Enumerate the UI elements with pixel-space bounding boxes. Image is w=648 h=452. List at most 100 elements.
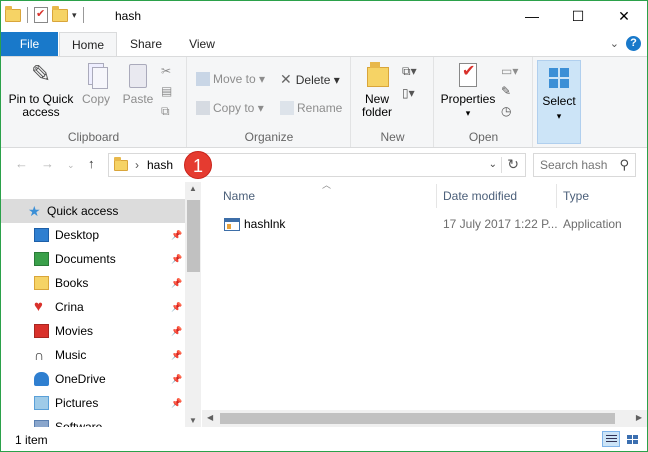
select-button[interactable]: Select ▾ — [537, 60, 581, 144]
open-icon[interactable]: ▭▾ — [501, 61, 518, 81]
scroll-down-icon[interactable]: ▼ — [189, 416, 197, 425]
pin-icon: ✎ — [30, 61, 52, 88]
address-bar[interactable]: › hash ⌄ ↻ — [108, 153, 526, 177]
properties-icon[interactable] — [34, 7, 48, 23]
column-header-date-modified[interactable]: Date modified — [443, 182, 517, 210]
sidebar-item-label: Music — [55, 348, 87, 362]
window-controls: — ☐ ✕ — [509, 1, 647, 31]
chevron-right-icon[interactable]: › — [135, 158, 139, 172]
collapse-ribbon-icon[interactable]: ⌄ — [610, 37, 619, 50]
refresh-icon[interactable]: ↻ — [507, 156, 519, 173]
address-path[interactable]: hash — [147, 158, 173, 172]
search-input[interactable] — [540, 158, 616, 172]
file-type: Application — [563, 217, 622, 231]
move-to-label: Move to — [213, 72, 256, 86]
edit-icon[interactable]: ✎ — [501, 81, 511, 101]
properties-button[interactable]: Properties ▾ — [439, 61, 497, 120]
paste-shortcut-icon[interactable]: ⧉ — [161, 101, 170, 121]
horizontal-scrollbar[interactable]: ◀ ▶ — [202, 410, 647, 427]
sidebar-item-documents[interactable]: Documents 📌 — [1, 247, 185, 271]
address-divider — [501, 157, 502, 173]
rename-label: Rename — [297, 101, 343, 115]
cut-icon[interactable]: ✂ — [161, 61, 171, 81]
copy-button[interactable]: Copy — [77, 61, 115, 106]
sidebar-item-software[interactable]: Software — [1, 415, 185, 427]
up-arrow-icon[interactable]: ↑ — [88, 156, 95, 171]
documents-icon — [34, 252, 49, 266]
pictures-icon — [34, 396, 49, 410]
column-divider[interactable] — [436, 184, 437, 208]
back-arrow-icon[interactable]: ← — [15, 156, 28, 171]
pin-icon[interactable]: 📌 — [171, 271, 182, 295]
star-icon: ★ — [28, 203, 41, 219]
organize-group-label: Organize — [244, 130, 294, 144]
scroll-left-icon[interactable]: ◀ — [207, 413, 213, 422]
sidebar-item-label: Movies — [55, 324, 94, 338]
search-box[interactable]: ⚲ — [533, 153, 636, 177]
pin-icon[interactable]: 📌 — [171, 295, 182, 319]
details-view-button[interactable] — [602, 431, 620, 447]
sidebar-item-music[interactable]: ∩ Music 📌 — [1, 343, 185, 367]
paste-icon — [124, 61, 152, 89]
pin-icon[interactable]: 📌 — [171, 319, 182, 343]
customize-toolbar-dropdown[interactable]: ▾ — [72, 10, 77, 21]
paste-button[interactable]: Paste — [119, 61, 157, 106]
new-folder-icon[interactable] — [52, 5, 68, 22]
scrollbar-thumb[interactable] — [187, 200, 200, 272]
details-view-icon — [606, 435, 617, 444]
sidebar-item-crina[interactable]: ♥ Crina 📌 — [1, 295, 185, 319]
tab-file[interactable]: File — [1, 32, 58, 56]
delete-button[interactable]: ✕ Delete ▾ — [280, 69, 340, 89]
forward-arrow-icon[interactable]: → — [41, 156, 54, 171]
scroll-right-icon[interactable]: ▶ — [636, 413, 642, 422]
sidebar-item-label: Pictures — [55, 396, 99, 410]
open-group-label: Open — [468, 130, 499, 144]
tab-home[interactable]: Home — [59, 32, 117, 57]
sidebar-item-desktop[interactable]: Desktop 📌 — [1, 223, 185, 247]
column-header-name[interactable]: Name — [223, 182, 255, 210]
desktop-icon — [34, 228, 49, 242]
sidebar-item-books[interactable]: Books 📌 — [1, 271, 185, 295]
pin-icon[interactable]: 📌 — [171, 223, 182, 247]
sidebar-item-label: Desktop — [55, 228, 100, 242]
tab-share[interactable]: Share — [118, 32, 174, 56]
easy-access-icon[interactable]: ▯▾ — [402, 83, 415, 103]
software-icon — [34, 420, 49, 427]
address-dropdown-icon[interactable]: ⌄ — [489, 159, 497, 170]
scrollbar-thumb[interactable] — [220, 413, 615, 424]
sidebar-item-onedrive[interactable]: OneDrive 📌 — [1, 367, 185, 391]
minimize-button[interactable]: — — [509, 1, 555, 31]
sidebar-item-pictures[interactable]: Pictures 📌 — [1, 391, 185, 415]
tab-view[interactable]: View — [174, 32, 230, 56]
pin-icon[interactable]: 📌 — [171, 367, 182, 391]
rename-button[interactable]: Rename — [280, 98, 342, 118]
scroll-up-icon[interactable]: ▲ — [189, 184, 197, 193]
onedrive-icon — [34, 372, 49, 386]
pin-icon[interactable]: 📌 — [171, 391, 182, 415]
search-icon[interactable]: ⚲ — [619, 157, 629, 173]
sidebar-item-quick-access[interactable]: ★ Quick access — [1, 199, 185, 223]
move-to-button[interactable]: Move to ▾ — [196, 69, 265, 89]
copy-path-icon[interactable]: ▤ — [161, 81, 172, 101]
file-explorer-window: ▾ hash — ☐ ✕ File Home Share View ⌄ ? ✎ … — [0, 0, 648, 452]
close-button[interactable]: ✕ — [601, 1, 647, 31]
file-name[interactable]: hashlnk — [244, 213, 285, 235]
properties-label: Properties — [440, 92, 496, 106]
pin-icon[interactable]: 📌 — [171, 343, 182, 367]
column-divider[interactable] — [556, 184, 557, 208]
new-item-icon[interactable]: ⧉▾ — [402, 61, 417, 81]
large-icons-view-button[interactable] — [623, 431, 641, 447]
help-icon[interactable]: ? — [626, 36, 641, 51]
toolbar-divider — [27, 7, 28, 23]
copy-to-button[interactable]: Copy to ▾ — [196, 98, 264, 118]
recent-locations-icon[interactable]: ⌄ — [67, 160, 75, 171]
column-header-type[interactable]: Type — [563, 182, 589, 210]
new-folder-button[interactable]: New folder — [356, 61, 398, 119]
sidebar-item-movies[interactable]: Movies 📌 — [1, 319, 185, 343]
maximize-button[interactable]: ☐ — [555, 1, 601, 31]
history-icon[interactable]: ◷ — [501, 101, 511, 121]
pin-icon[interactable]: 📌 — [171, 247, 182, 271]
pin-quick-access-button[interactable]: ✎ Pin to Quick access — [7, 61, 75, 119]
table-row[interactable]: hashlnk 17 July 2017 1:22 P... Applicati… — [216, 213, 646, 235]
nav-pane-scrollbar[interactable]: ▲ ▼ — [185, 182, 201, 427]
